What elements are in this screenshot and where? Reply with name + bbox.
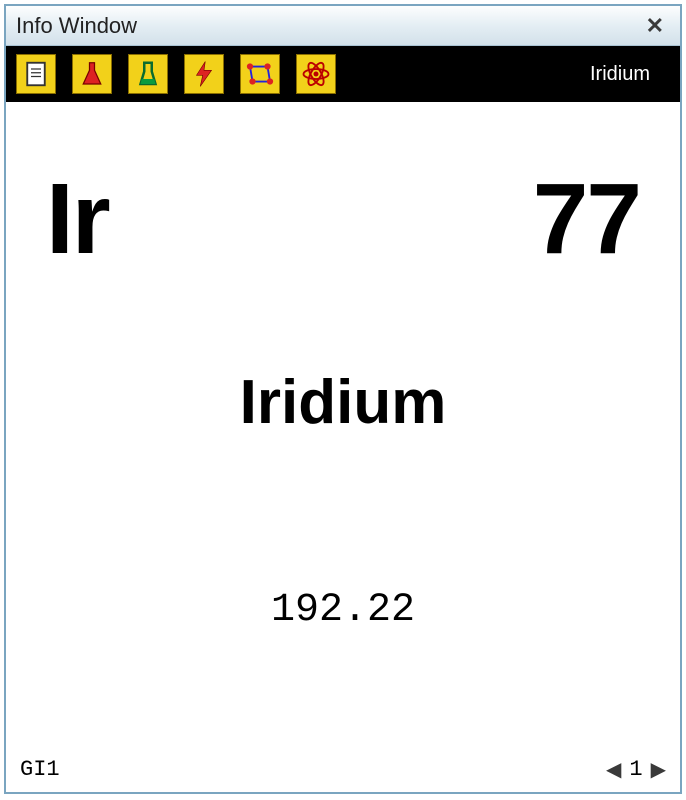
element-header-row: Ir 77 xyxy=(46,162,640,277)
lattice-icon[interactable] xyxy=(240,54,280,94)
element-name: Iridium xyxy=(46,367,640,438)
statusbar: GI1 ◀ 1 ▶ xyxy=(6,752,680,792)
element-symbol: Ir xyxy=(46,162,109,277)
lightning-icon[interactable] xyxy=(184,54,224,94)
atom-icon[interactable] xyxy=(296,54,336,94)
element-card: Ir 77 Iridium 192.22 xyxy=(6,102,680,752)
toolbar: Iridium xyxy=(6,46,680,102)
status-code: GI1 xyxy=(20,757,60,782)
element-atomic-mass: 192.22 xyxy=(46,588,640,633)
flask-icon[interactable] xyxy=(72,54,112,94)
pager: ◀ 1 ▶ xyxy=(606,757,666,782)
close-icon[interactable]: ✕ xyxy=(640,15,670,37)
next-page-icon[interactable]: ▶ xyxy=(651,757,666,782)
document-icon[interactable] xyxy=(16,54,56,94)
element-atomic-number: 77 xyxy=(533,162,640,277)
window-title: Info Window xyxy=(16,13,137,39)
beaker-icon[interactable] xyxy=(128,54,168,94)
prev-page-icon[interactable]: ◀ xyxy=(606,757,621,782)
page-number: 1 xyxy=(629,757,642,782)
toolbar-element-label: Iridium xyxy=(590,63,670,86)
titlebar: Info Window ✕ xyxy=(6,6,680,46)
info-window: Info Window ✕ Iridium Ir 77 Iridium 192.… xyxy=(4,4,682,794)
